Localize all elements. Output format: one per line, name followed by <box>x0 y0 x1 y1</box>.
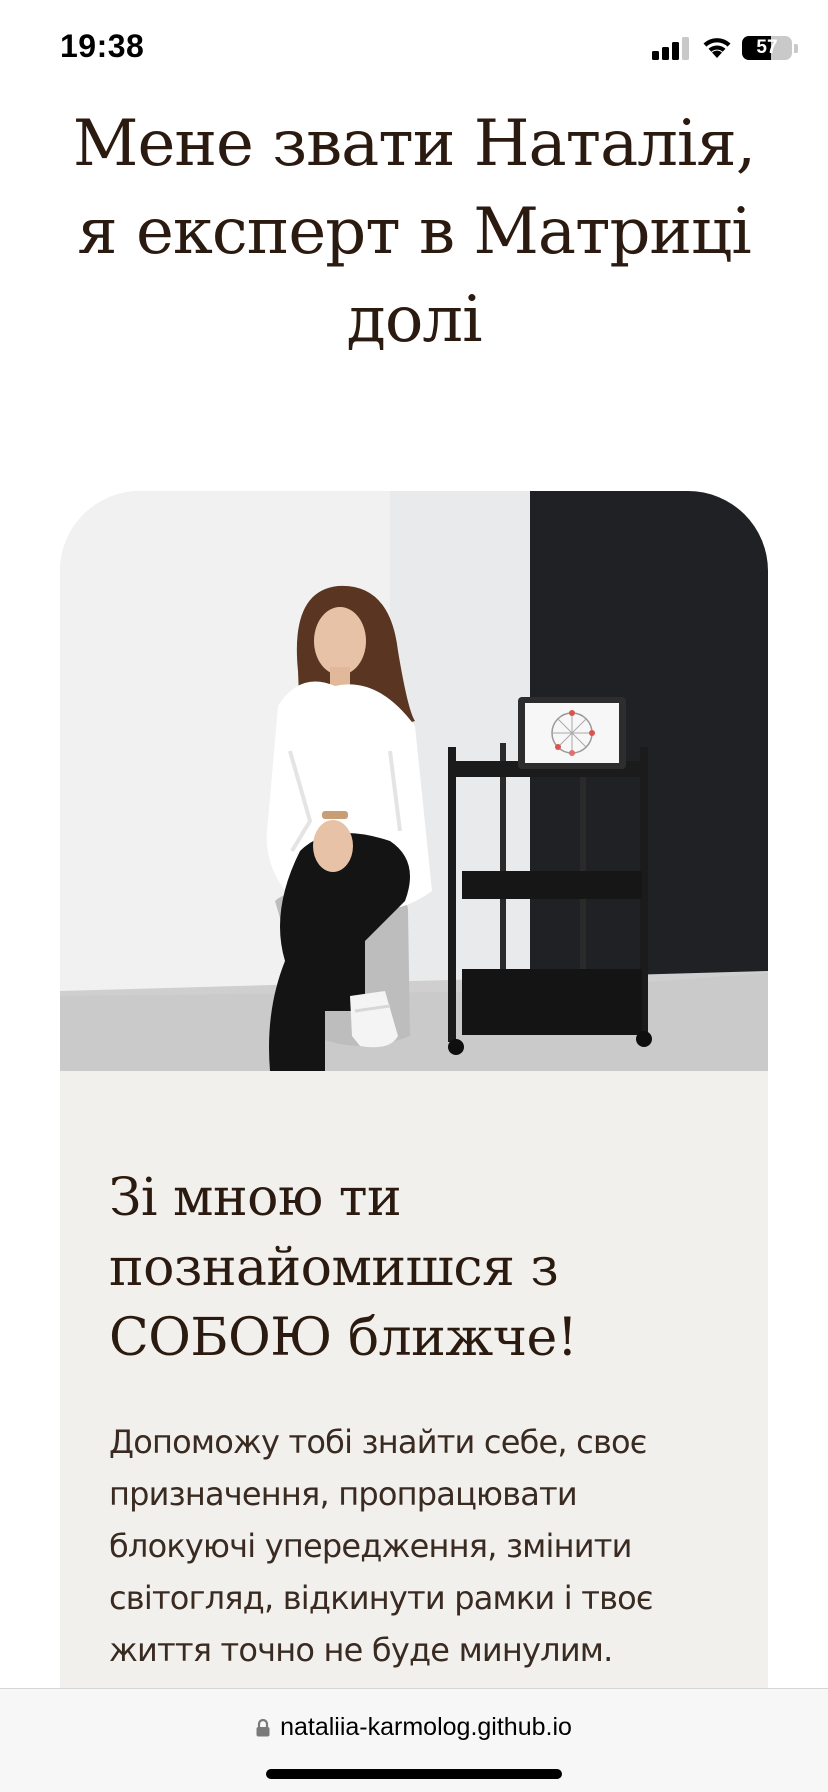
about-card: Зі мною ти познайомишся з СОБОЮ ближче! … <box>60 491 768 1792</box>
status-bar: 19:38 57 <box>0 0 828 100</box>
card-description: Допоможу тобі знайти себе, своє призначе… <box>109 1423 653 1669</box>
lock-icon <box>256 1719 270 1737</box>
cellular-signal-icon <box>652 37 689 60</box>
battery-level: 57 <box>756 37 778 58</box>
address-field[interactable]: nataliia-karmolog.github.io <box>0 1713 828 1742</box>
wifi-icon <box>703 38 731 58</box>
status-time: 19:38 <box>60 28 145 64</box>
battery-icon: 57 <box>742 36 792 60</box>
battery-cap <box>794 44 798 53</box>
home-indicator[interactable] <box>266 1769 562 1779</box>
card-title: Зі мною ти познайомишся з СОБОЮ ближче! <box>109 1168 578 1368</box>
page-headline: Мене звати Наталія, я експерт в Матриці … <box>72 107 756 357</box>
portrait-photo <box>60 491 768 1071</box>
url-text: nataliia-karmolog.github.io <box>280 1713 572 1741</box>
browser-url-bar[interactable]: nataliia-karmolog.github.io <box>0 1688 828 1792</box>
